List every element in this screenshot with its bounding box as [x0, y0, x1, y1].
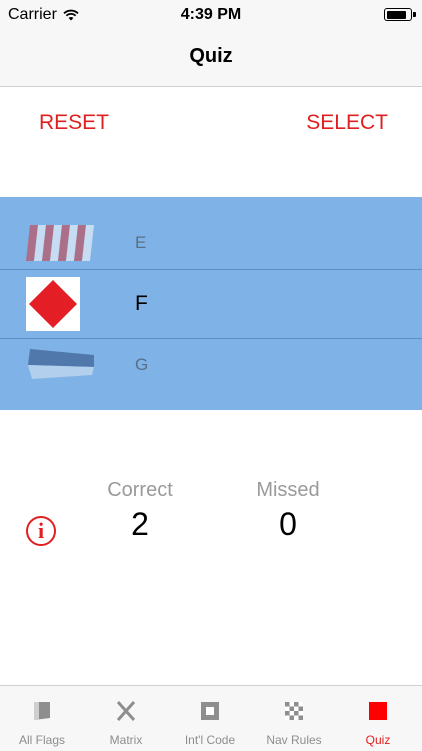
tab-label: Matrix — [109, 733, 143, 747]
intl-code-icon — [201, 702, 219, 720]
missed-label: Missed — [256, 479, 320, 501]
clock: 4:39 PM — [180, 6, 242, 23]
tab-label: Quiz — [365, 733, 391, 747]
quiz-icon — [369, 702, 387, 720]
all-flags-icon — [34, 702, 50, 720]
correct-label: Correct — [107, 479, 173, 501]
page-title: Quiz — [189, 45, 233, 67]
tab-label: Int'l Code — [184, 733, 236, 747]
tab-all-flags[interactable]: All Flags — [0, 686, 84, 751]
flag-g-icon — [28, 349, 94, 379]
tab-quiz[interactable]: Quiz — [336, 686, 420, 751]
flag-picker[interactable]: E F G — [0, 197, 422, 410]
reset-button[interactable]: RESET — [39, 111, 109, 135]
tab-nav-rules[interactable]: Nav Rules — [252, 686, 336, 751]
tab-label: Nav Rules — [266, 733, 322, 747]
battery-icon — [384, 8, 416, 21]
missed-count: 0 — [279, 506, 297, 542]
matrix-icon — [116, 701, 136, 721]
tab-label: All Flags — [18, 733, 65, 747]
navigation-bar: Quiz — [0, 30, 422, 87]
status-bar: Carrier 4:39 PM — [0, 0, 422, 30]
picker-row-label: G — [135, 355, 149, 374]
picker-row-e[interactable]: E — [0, 215, 422, 265]
nav-rules-icon — [285, 702, 303, 720]
tab-matrix[interactable]: Matrix — [84, 686, 168, 751]
info-icon[interactable]: i — [26, 516, 56, 546]
battery-fill — [386, 10, 407, 19]
tab-bar: All Flags Matrix Int'l Code Nav Rules Qu… — [0, 685, 422, 751]
flag-e-icon — [26, 225, 94, 261]
picker-row-label: F — [135, 292, 148, 315]
picker-row-f[interactable]: F — [0, 269, 422, 337]
tab-intl-code[interactable]: Int'l Code — [168, 686, 252, 751]
flag-f-icon — [26, 277, 80, 331]
correct-count: 2 — [131, 506, 149, 542]
picker-row-label: E — [135, 233, 147, 252]
picker-row-g[interactable]: G — [0, 337, 422, 397]
select-button[interactable]: SELECT — [306, 111, 388, 135]
